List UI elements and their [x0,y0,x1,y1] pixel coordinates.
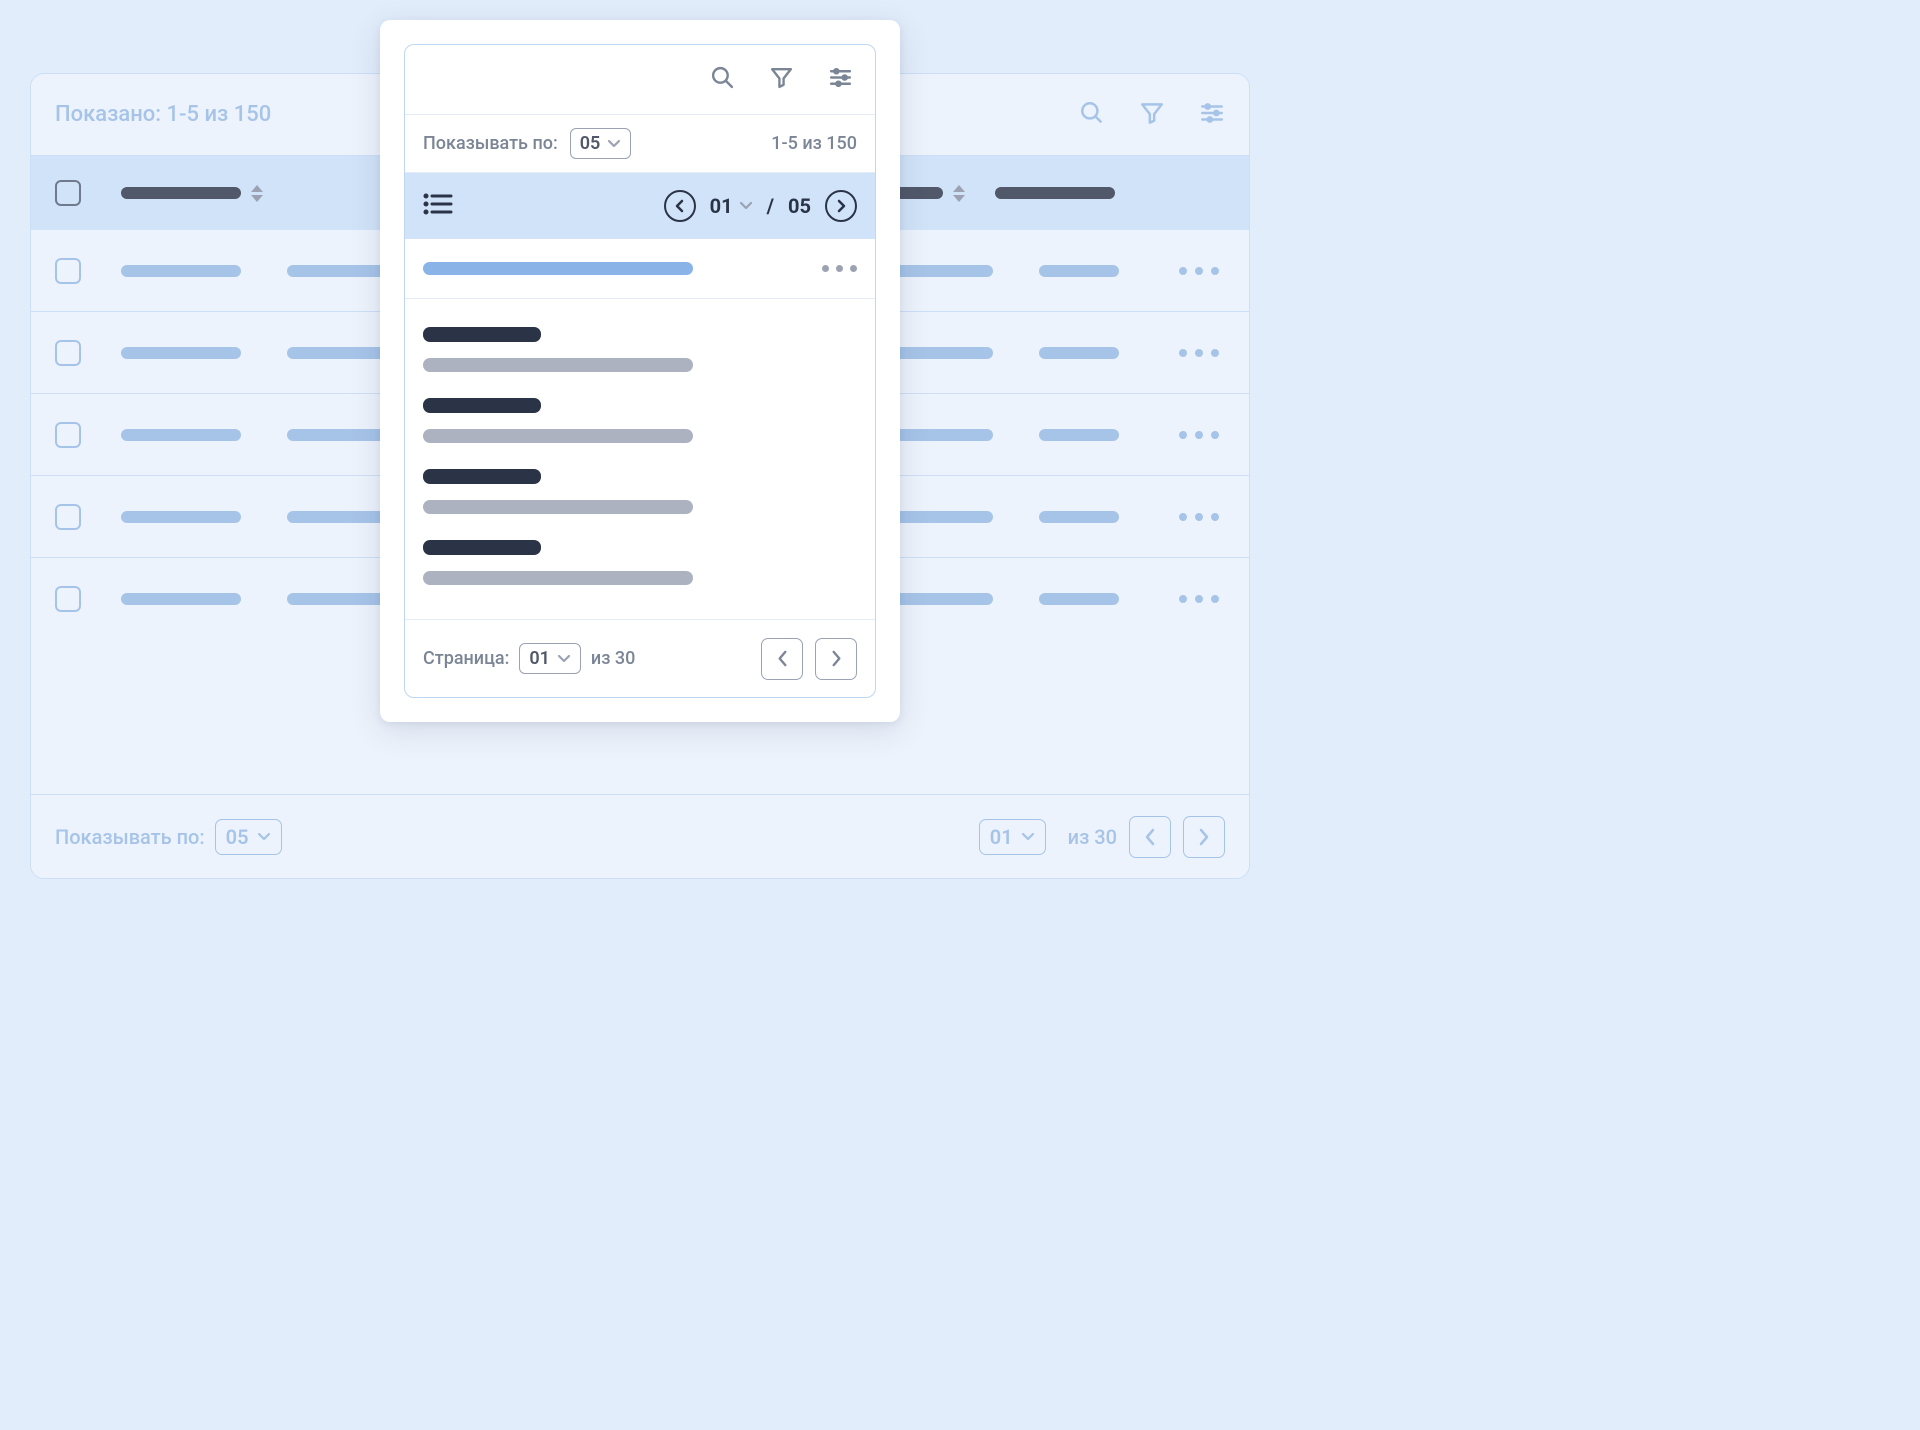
item-title-placeholder [423,262,693,275]
mobile-card: Показывать по: 05 1-5 из 150 01 / 05 [404,44,876,698]
total-pages-label: 05 [788,194,811,218]
mobile-card-container: Показывать по: 05 1-5 из 150 01 / 05 [380,20,900,722]
search-icon[interactable] [1079,100,1105,130]
prev-page-button[interactable] [761,638,803,680]
chevron-down-icon [1021,832,1035,842]
page-select[interactable]: 01 [519,643,581,674]
card-footer: Страница: 01 из 30 [405,619,875,697]
row-checkbox[interactable] [55,586,81,612]
page-separator: / [767,194,774,218]
per-page-label: Показывать по: [55,825,205,849]
row-actions-icon[interactable] [1179,349,1225,357]
prev-page-button[interactable] [664,190,696,222]
row-actions-icon[interactable] [1179,267,1225,275]
item-field [423,451,857,522]
sort-arrows-icon[interactable] [251,185,263,202]
card-item-title-row [405,239,875,299]
row-actions-icon[interactable] [1179,513,1225,521]
card-per-page-bar: Показывать по: 05 1-5 из 150 [405,115,875,173]
list-view-icon[interactable] [423,192,453,220]
shown-count-label: Показано: 1-5 из 150 [55,102,271,127]
background-header-icons [1079,100,1225,130]
background-footer: Показывать по: 05 01 из 30 [31,794,1249,878]
per-page-select[interactable]: 05 [215,819,282,855]
range-label: 1-5 из 150 [771,133,857,154]
search-icon[interactable] [710,65,735,94]
settings-sliders-icon[interactable] [828,65,853,94]
current-page-select[interactable]: 01 [710,194,753,218]
row-checkbox[interactable] [55,422,81,448]
page-of-label: из 30 [591,648,635,669]
row-actions-icon[interactable] [1179,595,1225,603]
page-of-label: из 30 [1068,825,1117,849]
select-all-checkbox[interactable] [55,180,81,206]
chevron-down-icon [739,201,753,211]
row-checkbox[interactable] [55,504,81,530]
item-actions-icon[interactable] [822,265,857,272]
settings-sliders-icon[interactable] [1199,100,1225,130]
card-item-fields [405,299,875,619]
card-nav-bar: 01 / 05 [405,173,875,239]
page-label: Страница: [423,648,509,669]
card-toolbar [405,45,875,115]
chevron-down-icon [607,139,621,149]
sort-arrows-icon[interactable] [953,185,965,202]
row-actions-icon[interactable] [1179,431,1225,439]
item-field [423,522,857,593]
next-page-button[interactable] [825,190,857,222]
row-checkbox[interactable] [55,340,81,366]
item-field [423,380,857,451]
column-header[interactable] [121,185,263,202]
card-body [405,239,875,619]
next-page-button[interactable] [1183,816,1225,858]
chevron-down-icon [257,832,271,842]
next-page-button[interactable] [815,638,857,680]
row-checkbox[interactable] [55,258,81,284]
filter-icon[interactable] [1139,100,1165,130]
prev-page-button[interactable] [1129,816,1171,858]
chevron-down-icon [557,654,571,664]
per-page-select[interactable]: 05 [570,128,632,159]
item-field [423,309,857,380]
page-select[interactable]: 01 [979,819,1046,855]
filter-icon[interactable] [769,65,794,94]
per-page-label: Показывать по: [423,133,558,154]
column-header[interactable] [995,187,1115,199]
